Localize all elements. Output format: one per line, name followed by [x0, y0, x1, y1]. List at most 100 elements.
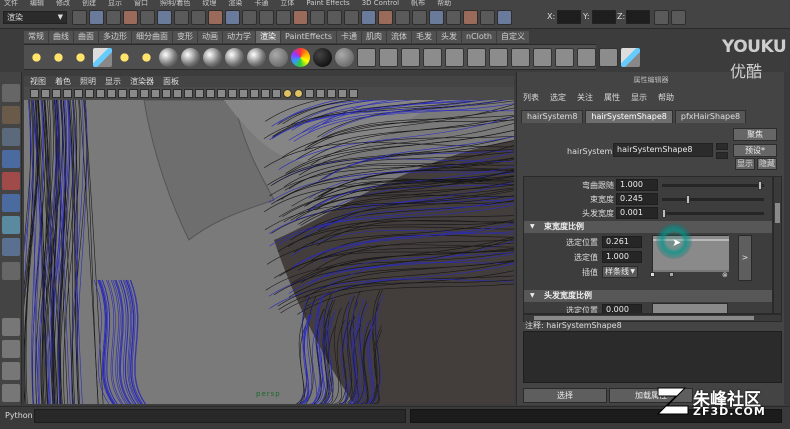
light-icon[interactable] — [115, 47, 134, 67]
status-tool-icon[interactable] — [157, 10, 172, 25]
viewport-toolbar-icon[interactable] — [261, 89, 270, 98]
status-tool-icon[interactable] — [446, 10, 461, 25]
render-icon[interactable] — [489, 47, 508, 67]
viewport-toolbar-icon[interactable] — [283, 89, 292, 98]
ramp-key-marker[interactable] — [669, 272, 674, 277]
viewport-toolbar-icon[interactable] — [184, 89, 193, 98]
attribute-field[interactable]: 0.245 — [616, 193, 658, 205]
shelf-tab[interactable]: 细分曲面 — [132, 31, 172, 43]
status-tool-icon[interactable] — [276, 10, 291, 25]
layout-side-icon[interactable] — [2, 362, 20, 380]
viewport-toolbar-icon[interactable] — [162, 89, 171, 98]
hide-button[interactable]: 隐藏 — [757, 158, 777, 170]
node-name-field[interactable]: hairSystemShape8 — [613, 143, 713, 157]
status-tool-icon[interactable] — [89, 10, 104, 25]
viewport-menu-item[interactable]: 视图 — [30, 76, 46, 87]
viewport-toolbar-icon[interactable] — [316, 89, 325, 98]
notes-textarea[interactable] — [523, 331, 782, 383]
menu-item[interactable]: 窗口 — [134, 0, 148, 7]
menu-item[interactable]: Paint Effects — [306, 0, 349, 7]
viewport-toolbar-icon[interactable] — [41, 89, 50, 98]
soft-mod-icon[interactable] — [2, 238, 20, 256]
output-connection-icon[interactable] — [716, 152, 728, 159]
show-button[interactable]: 显示 — [735, 158, 755, 170]
shelf-tab[interactable]: 曲线 — [49, 31, 73, 43]
viewport-menu-item[interactable]: 渲染器 — [130, 76, 154, 87]
viewport-toolbar-icon[interactable] — [140, 89, 149, 98]
menu-item[interactable]: 帮助 — [437, 0, 451, 7]
shelf-tab[interactable]: 多边形 — [99, 31, 131, 43]
y-field[interactable] — [592, 10, 616, 24]
shelf-tab[interactable]: 曲面 — [74, 31, 98, 43]
shelf-tab[interactable]: 肌肉 — [362, 31, 386, 43]
material-sphere-icon[interactable] — [247, 47, 266, 67]
menu-item[interactable]: 卡通 — [254, 0, 268, 7]
menu-item[interactable]: 显示 — [108, 0, 122, 7]
render-icon[interactable] — [379, 47, 398, 67]
attribute-field[interactable]: 0.001 — [616, 207, 658, 219]
material-sphere-icon[interactable] — [159, 47, 178, 67]
render-icon[interactable] — [423, 47, 442, 67]
status-tool-icon[interactable] — [225, 10, 240, 25]
attribute-slider[interactable] — [662, 181, 764, 190]
command-input[interactable] — [34, 409, 406, 423]
shelf-tab[interactable]: 毛发 — [412, 31, 436, 43]
ae-tab[interactable]: hairSystemShape8 — [585, 110, 673, 123]
shelf-tab[interactable]: 流体 — [387, 31, 411, 43]
move-tool-icon[interactable] — [2, 150, 20, 168]
layout-four-icon[interactable] — [2, 340, 20, 358]
menu-item[interactable]: 纹理 — [202, 0, 216, 7]
status-tool-icon[interactable] — [259, 10, 274, 25]
status-tool-icon[interactable] — [344, 10, 359, 25]
viewport-toolbar-icon[interactable] — [206, 89, 215, 98]
ae-menu-item[interactable]: 选定 — [550, 92, 566, 103]
render-icon[interactable] — [511, 47, 530, 67]
x-field[interactable] — [557, 10, 581, 24]
paint-icon[interactable] — [621, 47, 640, 67]
status-tool-icon[interactable] — [72, 10, 87, 25]
status-tool-icon[interactable] — [310, 10, 325, 25]
status-tool-icon[interactable] — [327, 10, 342, 25]
viewport-toolbar-icon[interactable] — [217, 89, 226, 98]
menu-set-select[interactable]: 渲染 ▼ — [3, 11, 67, 24]
status-tool-icon[interactable] — [106, 10, 121, 25]
viewport-toolbar-icon[interactable] — [30, 89, 39, 98]
shelf-tab[interactable]: 自定义 — [496, 31, 529, 43]
viewport-toolbar-icon[interactable] — [107, 89, 116, 98]
shelf-tab[interactable]: 头发 — [437, 31, 461, 43]
channel-box-icon[interactable] — [671, 10, 686, 25]
viewport-toolbar-icon[interactable] — [118, 89, 127, 98]
light-icon[interactable] — [71, 47, 90, 67]
render-icon[interactable] — [445, 47, 464, 67]
attribute-slider[interactable] — [662, 195, 764, 204]
light-tool-icon[interactable] — [93, 47, 112, 67]
selected-value-field[interactable]: 1.000 — [602, 251, 642, 263]
menu-item[interactable]: 3D Control — [362, 0, 399, 7]
status-tool-icon[interactable] — [361, 10, 376, 25]
render-icon[interactable] — [357, 47, 376, 67]
attribute-slider[interactable] — [662, 209, 764, 218]
light-icon[interactable] — [137, 47, 156, 67]
viewport-menu-item[interactable]: 显示 — [105, 76, 121, 87]
status-tool-icon[interactable] — [208, 10, 223, 25]
viewport-toolbar-icon[interactable] — [63, 89, 72, 98]
viewport-toolbar-icon[interactable] — [96, 89, 105, 98]
selected-position-field-2[interactable]: 0.000 — [602, 304, 642, 313]
status-tool-icon[interactable] — [429, 10, 444, 25]
viewport-toolbar-icon[interactable] — [294, 89, 303, 98]
status-tool-icon[interactable] — [378, 10, 393, 25]
shelf-tab[interactable]: 动画 — [198, 31, 222, 43]
viewport-toolbar-icon[interactable] — [305, 89, 314, 98]
grey-sphere-icon[interactable] — [335, 47, 354, 67]
layout-single-icon[interactable] — [2, 318, 20, 336]
light-icon[interactable] — [27, 47, 46, 67]
status-tool-icon[interactable] — [123, 10, 138, 25]
viewport-toolbar-icon[interactable] — [250, 89, 259, 98]
status-tool-icon[interactable] — [480, 10, 495, 25]
paint-select-icon[interactable] — [2, 128, 20, 146]
manipulator-tool-icon[interactable] — [2, 216, 20, 234]
scroll-thumb[interactable] — [775, 203, 780, 223]
material-sphere-icon[interactable] — [203, 47, 222, 67]
section-clump-width-scale[interactable]: 束宽度比例 — [524, 221, 772, 233]
menu-item[interactable]: 帆布 — [411, 0, 425, 7]
